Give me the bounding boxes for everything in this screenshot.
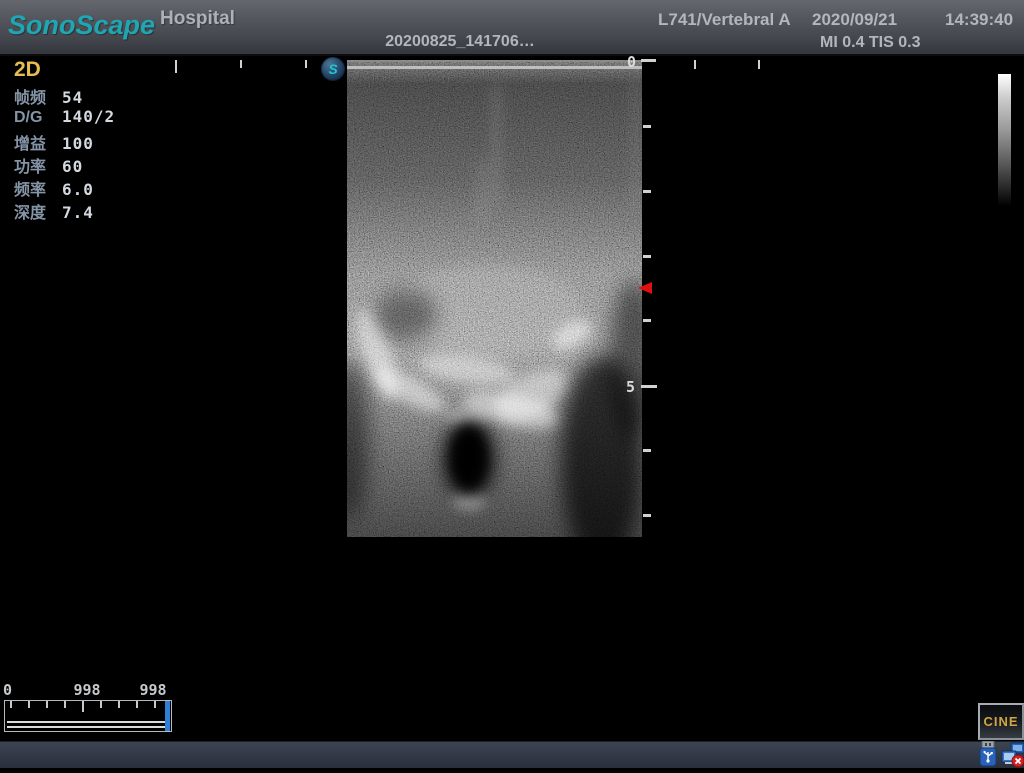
exam-file-name: 20200825_141706… (350, 33, 570, 51)
param-value: 54 (62, 88, 83, 107)
cine-start-frame: 0 (3, 681, 12, 699)
param-row-framerate: 帧频54 (14, 84, 83, 106)
depth-tick (643, 125, 651, 128)
ultrasound-speckle-render (347, 60, 642, 537)
ruler-tick (758, 60, 760, 69)
grayscale-bar (998, 74, 1011, 206)
taskbar (0, 741, 1024, 768)
cine-tick-major (82, 701, 84, 712)
param-row-frequency: 频率6.0 (14, 176, 94, 198)
cine-track-line (7, 726, 167, 728)
cine-total-frames: 998 (128, 681, 178, 699)
ultrasound-image[interactable] (347, 60, 642, 537)
cine-button[interactable]: CINE (978, 703, 1024, 740)
cine-tick (64, 701, 66, 708)
param-value: 7.4 (62, 203, 94, 222)
depth-tick-major (641, 385, 657, 388)
cine-position-indicator[interactable] (165, 701, 170, 731)
param-value: 60 (62, 157, 83, 176)
probe-orientation-marker: S (321, 57, 345, 81)
param-value: 100 (62, 134, 94, 153)
depth-label-0: 0 (627, 53, 636, 71)
param-value: 6.0 (62, 180, 94, 199)
cine-current-frame: 998 (62, 681, 112, 699)
depth-tick (643, 449, 651, 452)
depth-tick (643, 190, 651, 193)
cine-tick (28, 701, 30, 708)
usb-device-icon[interactable] (977, 741, 999, 767)
depth-tick (643, 255, 651, 258)
param-label: D/G (14, 109, 62, 127)
cine-tick (46, 701, 48, 708)
ruler-tick (240, 60, 242, 68)
cine-tick (154, 701, 156, 708)
mode-label: 2D (14, 58, 41, 82)
param-label: 功率 (14, 153, 62, 177)
param-label: 深度 (14, 199, 62, 223)
cine-scrollbar[interactable] (4, 700, 172, 732)
sonoscape-logo: SonoScape (8, 10, 155, 41)
param-row-dg: D/G140/2 (14, 107, 115, 129)
depth-tick-major (641, 59, 656, 62)
param-row-depth: 深度7.4 (14, 199, 94, 221)
cine-button-label: CINE (983, 714, 1018, 729)
cine-tick (118, 701, 120, 708)
mi-tis-indices: MI 0.4 TIS 0.3 (820, 34, 920, 52)
hospital-name: Hospital (160, 8, 235, 30)
exam-time: 14:39:40 (945, 10, 1013, 30)
depth-tick (643, 514, 651, 517)
depth-label-5: 5 (626, 378, 635, 396)
param-value: 140/2 (62, 107, 115, 126)
param-row-power: 功率60 (14, 153, 83, 175)
param-label: 频率 (14, 176, 62, 200)
exam-date: 2020/09/21 (812, 10, 897, 30)
cine-tick (10, 701, 12, 708)
ruler-tick (694, 60, 696, 69)
depth-tick (643, 319, 651, 322)
ruler-tick (175, 60, 177, 73)
cine-track-line (7, 721, 167, 723)
focus-marker-icon[interactable] (638, 282, 652, 294)
cine-tick (100, 701, 102, 708)
param-row-gain: 增益100 (14, 130, 94, 152)
orientation-letter: S (328, 61, 337, 77)
probe-preset: L741/Vertebral A (658, 10, 791, 30)
network-disconnected-icon[interactable] (1001, 742, 1024, 768)
param-label: 帧频 (14, 84, 62, 108)
ruler-tick (305, 60, 307, 68)
title-bar: SonoScape Hospital 20200825_141706… L741… (0, 0, 1024, 56)
cine-tick (136, 701, 138, 708)
param-label: 增益 (14, 130, 62, 154)
